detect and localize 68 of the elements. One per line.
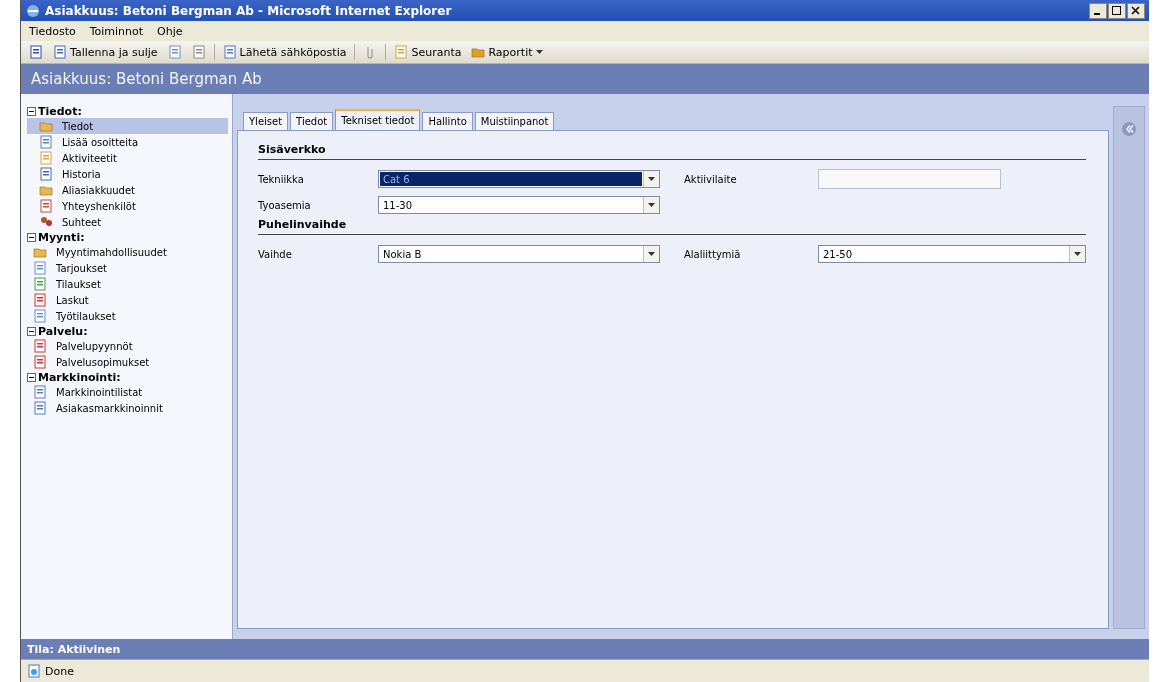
list-icon xyxy=(39,135,53,149)
sidebar-item[interactable]: Aliasiakkuudet xyxy=(27,182,228,198)
minimize-icon[interactable] xyxy=(1089,2,1107,19)
sidebar-item[interactable]: Tilaukset xyxy=(27,276,228,292)
sidebar-item[interactable]: Laskut xyxy=(27,292,228,308)
section-title: Sisäverkko xyxy=(258,143,1086,160)
dropdown-field[interactable]: 11-30 xyxy=(378,196,660,214)
close-icon[interactable] xyxy=(1127,2,1145,19)
page-icon xyxy=(27,664,41,678)
sidebar-item[interactable]: Asiakasmarkkinoinnit xyxy=(27,400,228,416)
folder-icon xyxy=(39,183,53,197)
notepad-icon xyxy=(39,151,53,165)
toolbar-button[interactable]: Seuranta xyxy=(392,42,464,62)
tab[interactable]: Hallinto xyxy=(422,112,473,131)
collapse-icon[interactable] xyxy=(27,232,36,242)
dropdown-value: Cat 6 xyxy=(380,172,642,186)
collapse-icon[interactable] xyxy=(27,372,36,382)
field-label: Alaliittymiä xyxy=(684,248,742,260)
sidebar-item[interactable]: Palvelupyynnöt xyxy=(27,338,228,354)
sidebar-item[interactable]: Tiedot xyxy=(27,118,228,134)
dropdown-field[interactable]: Cat 6 xyxy=(378,170,660,188)
folder-icon xyxy=(39,119,53,133)
menu-item[interactable]: Toiminnot xyxy=(89,24,144,38)
sidebar-group-label: Palvelu: xyxy=(38,324,88,338)
menu-item[interactable]: Ohje xyxy=(157,24,183,38)
toolbar-button[interactable] xyxy=(27,42,45,62)
folder-icon xyxy=(33,245,47,259)
menu-item[interactable]: Tiedosto xyxy=(29,24,76,38)
sidebar-item[interactable]: Historia xyxy=(27,166,228,182)
field-label: Vaihde xyxy=(258,248,293,260)
sidebar-item[interactable]: Aktiviteetit xyxy=(27,150,228,166)
sidebar-item[interactable]: Myyntimahdollisuudet xyxy=(27,244,228,260)
toolbar-button[interactable]: Lähetä sähköpostia xyxy=(220,42,349,62)
sidebar-item[interactable]: Yhteyshenkilöt xyxy=(27,198,228,214)
toolbar-menu-button[interactable]: Raportit xyxy=(469,42,545,62)
tab[interactable]: Tekniset tiedot xyxy=(335,109,421,131)
maximize-icon[interactable] xyxy=(1108,2,1126,19)
dropdown-field[interactable]: 21-50 xyxy=(818,245,1086,263)
document-icon xyxy=(33,309,47,323)
field-label: Tekniikka xyxy=(258,173,305,185)
document-icon xyxy=(167,45,182,59)
sidebar-item[interactable]: Lisää osoitteita xyxy=(27,134,228,150)
sidebar-item[interactable]: Tarjoukset xyxy=(27,260,228,276)
notepad-icon xyxy=(394,45,409,59)
record-status: Tila: Aktiivinen xyxy=(27,642,121,656)
people-icon xyxy=(39,215,53,229)
list-icon xyxy=(33,385,47,399)
sidebar-group-label: Myynti: xyxy=(38,230,85,244)
sidebar-group-label: Markkinointi: xyxy=(38,370,121,384)
document-icon xyxy=(33,261,47,275)
input-field[interactable] xyxy=(818,169,1001,189)
sidebar-item[interactable]: Työtilaukset xyxy=(27,308,228,324)
field-label: Tyoasemia xyxy=(258,199,312,211)
collapse-icon[interactable] xyxy=(27,326,36,336)
sidebar-item[interactable]: Palvelusopimukset xyxy=(27,354,228,370)
caret-icon xyxy=(535,50,543,54)
toolbar-button[interactable]: Tallenna ja sulje xyxy=(51,42,160,62)
section-title: Puhelinvaihde xyxy=(258,218,1086,235)
dropdown-field[interactable]: Nokia B xyxy=(378,245,660,263)
form-title: Asiakkuus: Betoni Bergman Ab xyxy=(31,70,262,88)
sidebar-item[interactable]: Markkinointilistat xyxy=(27,384,228,400)
status-text: Done xyxy=(45,664,74,678)
collapse-panel-icon[interactable] xyxy=(1121,121,1137,137)
sidebar-group-label: Tiedot: xyxy=(38,104,82,118)
collapse-icon[interactable] xyxy=(27,106,36,116)
field-label: Aktiivilaite xyxy=(684,173,738,185)
sidebar-item[interactable]: Suhteet xyxy=(27,214,228,230)
window-title: Asiakkuus: Betoni Bergman Ab - Microsoft Internet Explorer xyxy=(45,3,453,18)
